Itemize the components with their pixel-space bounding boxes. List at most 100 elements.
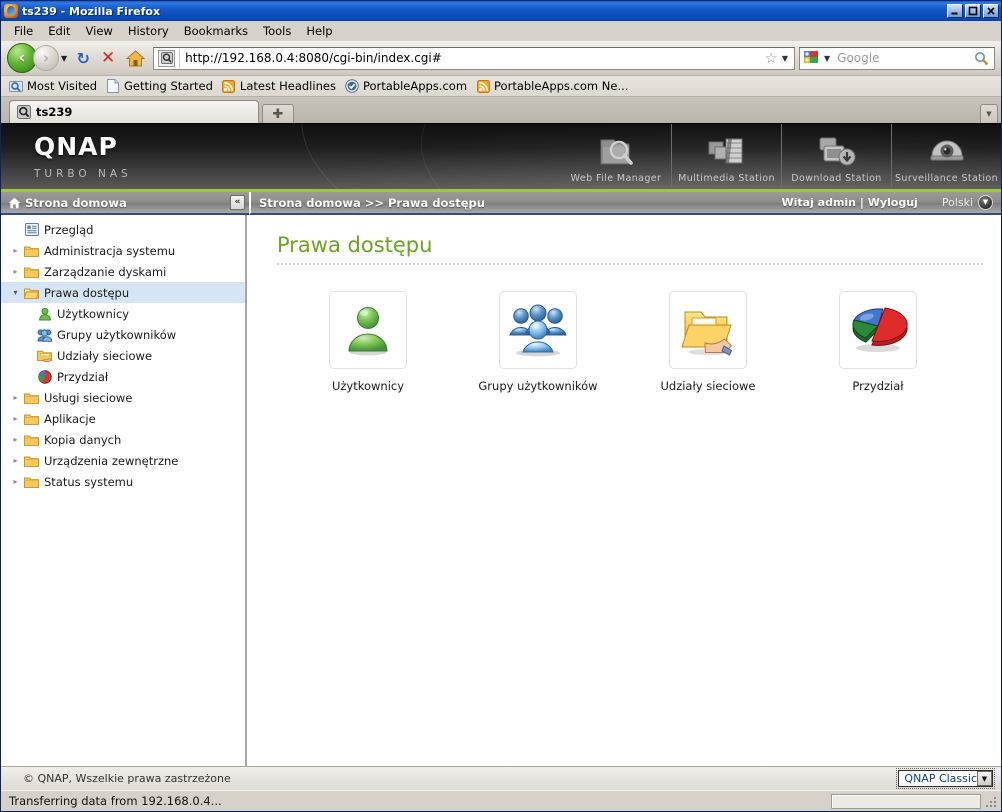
sidebar-item-backup[interactable]: ▸ Kopia danych [1, 429, 247, 450]
menu-view[interactable]: View [79, 22, 120, 40]
qnap-logo[interactable]: QNAP TURBO NAS [1, 124, 132, 189]
history-dropdown-icon[interactable]: ▼ [61, 54, 67, 63]
rss-icon [222, 79, 236, 93]
tab-ts239[interactable]: ts239 [9, 100, 259, 123]
theme-select-value: QNAP Classic [904, 772, 977, 785]
bookmark-latest-headlines[interactable]: Latest Headlines [220, 78, 341, 94]
sidebar-item-network-shares[interactable]: Udziały sieciowe [1, 345, 247, 366]
window-controls [947, 4, 999, 18]
sidebar-item-system-administration[interactable]: ▸ Administracja systemu [1, 240, 247, 261]
sidebar-item-disk-management[interactable]: ▸ Zarządzanie dyskami [1, 261, 247, 282]
station-links: Web File Manager Multimedia Station Down… [561, 124, 1001, 189]
collapse-sidebar-button[interactable]: « [230, 195, 245, 210]
theme-select[interactable]: QNAP Classic ▼ [896, 768, 995, 789]
close-button[interactable] [983, 4, 999, 18]
new-tab-button[interactable]: ✚ [262, 104, 294, 123]
quota-icon [35, 369, 54, 384]
sidebar-item-quota[interactable]: Przydział [1, 366, 247, 387]
station-label: Web File Manager [570, 173, 662, 184]
forward-button[interactable]: › [33, 45, 59, 71]
brand-tagline: TURBO NAS [34, 168, 132, 180]
sidebar-item-label: Prawa dostępu [44, 285, 130, 300]
bookmark-star-icon[interactable]: ☆ [764, 49, 777, 67]
brand-name: QNAP [34, 132, 118, 161]
tile-icon-box [329, 291, 407, 369]
reload-button[interactable]: ↻ [71, 49, 95, 68]
url-text[interactable]: http://192.168.0.4:8080/cgi-bin/index.cg… [185, 51, 764, 65]
maximize-button[interactable] [965, 4, 981, 18]
sidebar-item-users[interactable]: Użytkownicy [1, 303, 247, 324]
bookmark-most-visited[interactable]: Most Visited [7, 78, 102, 94]
menu-edit[interactable]: Edit [41, 22, 77, 40]
list-all-tabs-button[interactable]: ▼ [980, 104, 998, 123]
search-bar[interactable]: ▼ Google [799, 46, 995, 70]
sidebar-item-external-devices[interactable]: ▸ Urządzenia zewnętrzne [1, 450, 247, 471]
sidebar-item-label: Usługi sieciowe [44, 390, 133, 405]
tree-arrow-collapsed-icon[interactable]: ▸ [9, 246, 22, 255]
bookmark-portableapps-news[interactable]: PortableApps.com Ne... [474, 78, 633, 94]
sidebar-item-user-groups[interactable]: Grupy użytkowników [1, 324, 247, 345]
url-bar[interactable]: http://192.168.0.4:8080/cgi-bin/index.cg… [153, 46, 795, 70]
sidebar-item-label: Status systemu [44, 474, 134, 489]
home-button[interactable] [121, 49, 149, 67]
sidebar-item-overview[interactable]: Przegląd [1, 219, 247, 240]
back-arrow-icon: ‹ [18, 47, 26, 68]
minimize-button[interactable] [947, 4, 963, 18]
url-dropdown-icon[interactable]: ▼ [782, 54, 788, 63]
sidebar-item-network-services[interactable]: ▸ Usługi sieciowe [1, 387, 247, 408]
station-web-file-manager[interactable]: Web File Manager [561, 124, 671, 187]
folder-icon [22, 413, 41, 425]
sidebar-item-label: Grupy użytkowników [57, 327, 177, 342]
tab-favicon-icon [17, 105, 31, 119]
menu-bookmarks[interactable]: Bookmarks [177, 22, 255, 40]
tile-users[interactable]: Użytkownicy [283, 291, 453, 393]
user-session-info[interactable]: Witaj admin | Wyloguj [781, 196, 917, 209]
resize-grip[interactable] [983, 793, 999, 809]
tile-label: Udziały sieciowe [660, 379, 756, 393]
bookmark-label: PortableApps.com [362, 79, 468, 93]
tree-arrow-collapsed-icon[interactable]: ▸ [9, 393, 22, 402]
menu-file[interactable]: File [7, 22, 40, 40]
breadcrumb: Strona domowa >> Prawa dostępu [259, 195, 485, 210]
shortcut-tiles: Użytkownicy Grupy użytkowników Udziały s… [249, 265, 1001, 393]
language-selector[interactable]: Polski ▼ [942, 195, 993, 210]
home-icon [8, 197, 21, 209]
tree-arrow-collapsed-icon[interactable]: ▸ [9, 477, 22, 486]
tree-arrow-expanded-icon[interactable]: ▾ [9, 288, 22, 297]
station-surveillance[interactable]: Surveillance Station [891, 124, 1001, 187]
search-engine-dropdown-icon[interactable]: ▼ [824, 54, 830, 63]
web-file-manager-icon [595, 132, 637, 170]
station-multimedia[interactable]: Multimedia Station [671, 124, 781, 187]
google-icon[interactable] [803, 50, 819, 66]
bookmarks-toolbar: Most Visited Getting Started Latest Head… [1, 76, 1001, 97]
stop-button[interactable]: ✕ [95, 48, 121, 68]
tree-arrow-collapsed-icon[interactable]: ▸ [9, 267, 22, 276]
group-icon [35, 328, 54, 342]
tree-arrow-collapsed-icon[interactable]: ▸ [9, 414, 22, 423]
search-input[interactable]: Google [833, 51, 974, 65]
sidebar-item-applications[interactable]: ▸ Aplikacje [1, 408, 247, 429]
portableapps-icon [345, 79, 359, 93]
tree-arrow-collapsed-icon[interactable]: ▸ [9, 435, 22, 444]
menu-tools[interactable]: Tools [256, 22, 298, 40]
sidebar-item-access-rights[interactable]: ▾ Prawa dostępu [1, 282, 247, 303]
page-title: Prawa dostępu [277, 233, 433, 257]
group-large-icon [508, 302, 568, 358]
sidebar-item-label: Przegląd [44, 222, 94, 237]
bookmark-getting-started[interactable]: Getting Started [104, 78, 218, 94]
bookmark-portableapps[interactable]: PortableApps.com [343, 78, 472, 94]
search-magnifier-icon[interactable] [974, 51, 989, 66]
tile-network-shares[interactable]: Udziały sieciowe [623, 291, 793, 393]
tile-user-groups[interactable]: Grupy użytkowników [453, 291, 623, 393]
site-identity-icon[interactable] [158, 49, 176, 67]
sidebar-item-system-status[interactable]: ▸ Status systemu [1, 471, 247, 492]
menu-help[interactable]: Help [299, 22, 339, 40]
folder-icon [22, 245, 41, 257]
menu-history[interactable]: History [121, 22, 176, 40]
bookmark-label: Getting Started [124, 79, 213, 93]
tree-arrow-collapsed-icon[interactable]: ▸ [9, 456, 22, 465]
tile-quota[interactable]: Przydział [793, 291, 963, 393]
folder-icon [22, 455, 41, 467]
station-download[interactable]: Download Station [781, 124, 891, 187]
qnap-banner: QNAP TURBO NAS Web File Manager Multimed… [1, 124, 1001, 192]
